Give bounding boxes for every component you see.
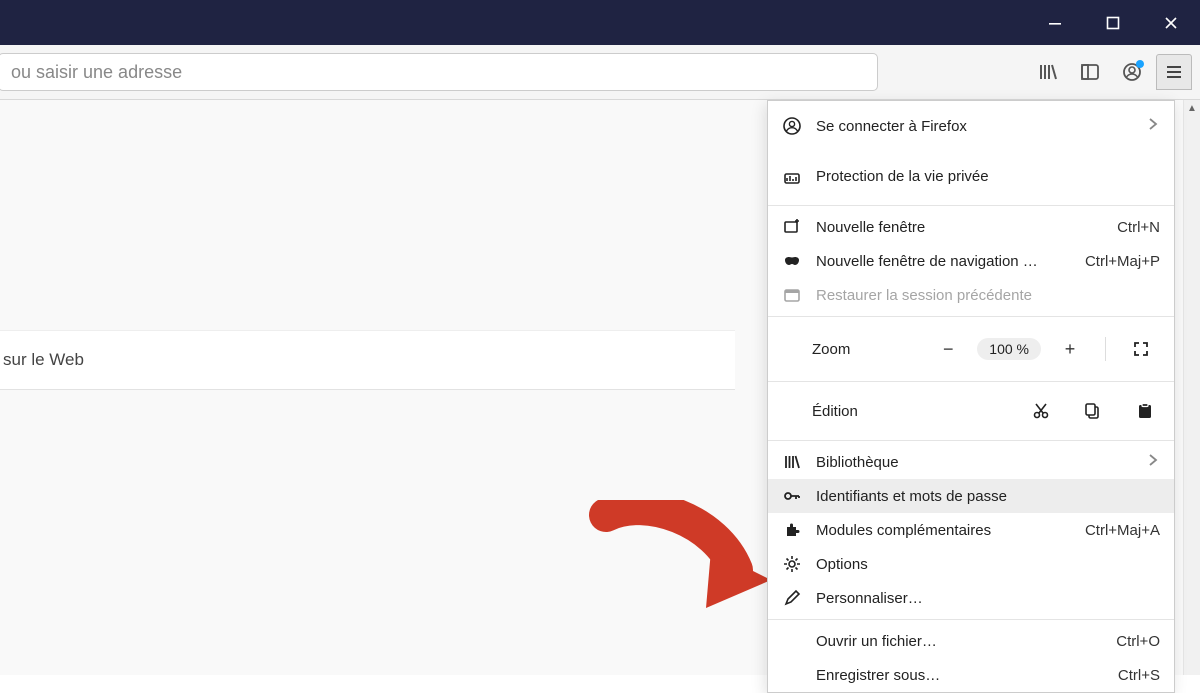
account-icon[interactable] xyxy=(1114,54,1150,90)
fullscreen-button[interactable] xyxy=(1122,334,1160,364)
menu-separator xyxy=(768,205,1174,206)
menu-shortcut: Ctrl+Maj+A xyxy=(1085,522,1160,539)
new-window-icon xyxy=(782,217,802,237)
urlbar-placeholder: ou saisir une adresse xyxy=(11,62,182,83)
menu-label: Enregistrer sous… xyxy=(816,667,1104,684)
window-titlebar xyxy=(0,0,1200,45)
menu-item-restore-session: Restaurer la session précédente xyxy=(768,278,1174,312)
puzzle-icon xyxy=(782,520,802,540)
app-menu: Se connecter à Firefox Protection de la … xyxy=(767,100,1175,693)
menu-item-options[interactable]: Options xyxy=(768,547,1174,581)
menu-zoom-row: Zoom − 100 % + xyxy=(768,321,1174,377)
hamburger-menu-button[interactable] xyxy=(1156,54,1192,90)
menu-label: Nouvelle fenêtre de navigation … xyxy=(816,253,1071,270)
menu-shortcut: Ctrl+Maj+P xyxy=(1085,253,1160,270)
menu-item-privacy[interactable]: Protection de la vie privée xyxy=(768,151,1174,201)
menu-item-new-window[interactable]: Nouvelle fenêtre Ctrl+N xyxy=(768,210,1174,244)
menu-item-save-as[interactable]: Enregistrer sous… Ctrl+S xyxy=(768,658,1174,692)
mask-icon xyxy=(782,251,802,271)
menu-label: Ouvrir un fichier… xyxy=(816,633,1102,650)
menu-item-open-file[interactable]: Ouvrir un fichier… Ctrl+O xyxy=(768,624,1174,658)
privacy-dashboard-icon xyxy=(782,166,802,186)
menu-item-new-private-window[interactable]: Nouvelle fenêtre de navigation … Ctrl+Ma… xyxy=(768,244,1174,278)
window-close-button[interactable] xyxy=(1142,0,1200,45)
web-search-label: sur le Web xyxy=(3,350,84,370)
edit-label: Édition xyxy=(782,403,1030,420)
copy-button[interactable] xyxy=(1082,400,1104,422)
menu-item-addons[interactable]: Modules complémentaires Ctrl+Maj+A xyxy=(768,513,1174,547)
menu-shortcut: Ctrl+N xyxy=(1117,219,1160,236)
key-icon xyxy=(782,486,802,506)
menu-label: Restaurer la session précédente xyxy=(816,287,1160,304)
zoom-out-button[interactable]: − xyxy=(929,334,967,364)
account-circle-icon xyxy=(782,116,802,136)
window-minimize-button[interactable] xyxy=(1026,0,1084,45)
url-bar[interactable]: ou saisir une adresse xyxy=(0,53,878,91)
chevron-right-icon xyxy=(1146,453,1160,471)
library-icon xyxy=(782,452,802,472)
menu-separator xyxy=(768,381,1174,382)
menu-label: Se connecter à Firefox xyxy=(816,118,1132,135)
window-maximize-button[interactable] xyxy=(1084,0,1142,45)
notification-dot-icon xyxy=(1136,60,1144,68)
menu-item-signin[interactable]: Se connecter à Firefox xyxy=(768,101,1174,151)
gear-icon xyxy=(782,554,802,574)
zoom-in-button[interactable]: + xyxy=(1051,334,1089,364)
browser-toolbar: ou saisir une adresse xyxy=(0,45,1200,100)
menu-item-logins[interactable]: Identifiants et mots de passe xyxy=(768,479,1174,513)
menu-label: Identifiants et mots de passe xyxy=(816,488,1160,505)
callout-arrow-icon xyxy=(586,500,776,620)
sidebar-icon[interactable] xyxy=(1072,54,1108,90)
menu-label: Protection de la vie privée xyxy=(816,168,1160,185)
zoom-percent-badge[interactable]: 100 % xyxy=(977,338,1041,360)
menu-shortcut: Ctrl+S xyxy=(1118,667,1160,684)
menu-label: Personnaliser… xyxy=(816,590,1160,607)
paste-button[interactable] xyxy=(1134,400,1156,422)
menu-separator xyxy=(768,440,1174,441)
chevron-right-icon xyxy=(1146,117,1160,135)
scroll-up-icon[interactable]: ▲ xyxy=(1184,100,1200,117)
vertical-scrollbar[interactable]: ▲ xyxy=(1183,100,1200,675)
restore-icon xyxy=(782,285,802,305)
menu-separator xyxy=(768,316,1174,317)
menu-separator xyxy=(768,619,1174,620)
menu-item-library[interactable]: Bibliothèque xyxy=(768,445,1174,479)
menu-label: Bibliothèque xyxy=(816,454,1132,471)
menu-shortcut: Ctrl+O xyxy=(1116,633,1160,650)
web-search-strip[interactable]: sur le Web xyxy=(0,330,735,390)
menu-label: Options xyxy=(816,556,1160,573)
paintbrush-icon xyxy=(782,588,802,608)
menu-edit-row: Édition xyxy=(768,386,1174,436)
cut-button[interactable] xyxy=(1030,400,1052,422)
zoom-label: Zoom xyxy=(782,341,844,358)
menu-label: Nouvelle fenêtre xyxy=(816,219,1103,236)
library-icon[interactable] xyxy=(1030,54,1066,90)
menu-item-customize[interactable]: Personnaliser… xyxy=(768,581,1174,615)
menu-label: Modules complémentaires xyxy=(816,522,1071,539)
